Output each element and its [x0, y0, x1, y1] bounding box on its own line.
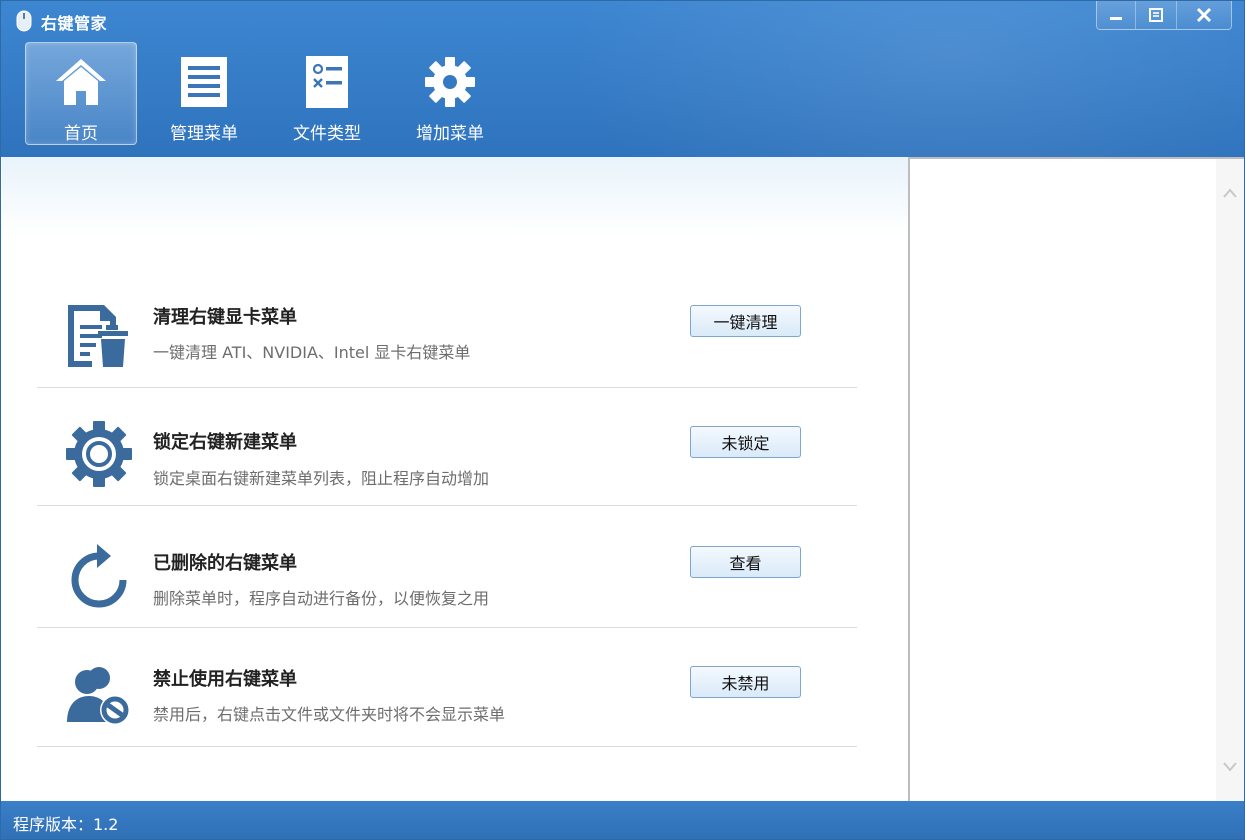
minimize-button[interactable] [1097, 1, 1135, 29]
version-label: 程序版本：1.2 [13, 815, 119, 834]
row-title: 已删除的右键菜单 [153, 553, 297, 574]
close-button[interactable] [1176, 1, 1231, 29]
tab-file-types[interactable]: 文件类型 [271, 42, 383, 145]
side-panel [908, 157, 1244, 801]
window-controls [1096, 1, 1232, 30]
list-item-deleted-menus: 已删除的右键菜单 删除菜单时，程序自动进行备份，以便恢复之用 查看 [37, 506, 857, 628]
restore-button[interactable] [1135, 1, 1176, 29]
list-item-lock-new-menu: 锁定右键新建菜单 锁定桌面右键新建菜单列表，阻止程序自动增加 未锁定 [37, 388, 857, 506]
home-icon [53, 55, 109, 109]
list-icon [176, 55, 232, 109]
tab-label: 增加菜单 [416, 124, 484, 144]
app-title: 右键管家 [41, 14, 108, 33]
file-type-icon [299, 55, 355, 109]
row-description: 禁用后，右键点击文件或文件夹时将不会显示菜单 [153, 705, 506, 724]
row-title: 清理右键显卡菜单 [153, 307, 297, 328]
restore-arrow-icon [63, 540, 135, 612]
tab-home[interactable]: 首页 [25, 42, 137, 145]
main-nav: 首页 管理菜单 文件类型 增加菜单 [25, 42, 517, 146]
lock-toggle-button[interactable]: 未锁定 [690, 426, 801, 458]
tab-manage-menu[interactable]: 管理菜单 [148, 42, 260, 145]
list-item-disable-menu: 禁止使用右键菜单 禁用后，右键点击文件或文件夹时将不会显示菜单 未禁用 [37, 628, 857, 747]
app-window: 右键管家 首页 管理菜单 文件类型 增加菜单 清理右键显卡菜单 一键清理 ATI… [0, 0, 1245, 840]
header: 右键管家 首页 管理菜单 文件类型 增加菜单 [1, 1, 1244, 157]
row-description: 锁定桌面右键新建菜单列表，阻止程序自动增加 [153, 469, 490, 488]
row-title: 锁定右键新建菜单 [153, 432, 297, 453]
home-panel: 清理右键显卡菜单 一键清理 ATI、NVIDIA、Intel 显卡右键菜单 一键… [2, 157, 908, 801]
list-item-clean-gpu-menu: 清理右键显卡菜单 一键清理 ATI、NVIDIA、Intel 显卡右键菜单 一键… [37, 270, 857, 388]
row-description: 删除菜单时，程序自动进行备份，以便恢复之用 [153, 589, 490, 608]
vertical-scrollbar[interactable] [1216, 159, 1244, 801]
tab-add-menu[interactable]: 增加菜单 [394, 42, 506, 145]
tab-label: 管理菜单 [170, 124, 238, 144]
restore-icon [1149, 8, 1163, 22]
tab-label: 文件类型 [293, 124, 361, 144]
status-bar: 程序版本：1.2 [1, 801, 1244, 839]
scroll-down-icon[interactable] [1222, 759, 1238, 775]
clean-document-icon [63, 300, 135, 372]
tab-label: 首页 [64, 124, 98, 144]
mouse-icon [15, 10, 33, 32]
scroll-up-icon[interactable] [1222, 185, 1238, 201]
clean-now-button[interactable]: 一键清理 [690, 305, 801, 337]
row-title: 禁止使用右键菜单 [153, 669, 297, 690]
gear-icon [63, 418, 135, 490]
close-icon [1196, 7, 1212, 23]
user-disabled-icon [63, 660, 135, 732]
view-button[interactable]: 查看 [690, 546, 801, 578]
minimize-icon [1110, 17, 1122, 20]
gear-icon [422, 55, 478, 109]
disable-toggle-button[interactable]: 未禁用 [690, 666, 801, 698]
title-bar[interactable]: 右键管家 [1, 1, 1244, 39]
row-description: 一键清理 ATI、NVIDIA、Intel 显卡右键菜单 [153, 343, 471, 362]
